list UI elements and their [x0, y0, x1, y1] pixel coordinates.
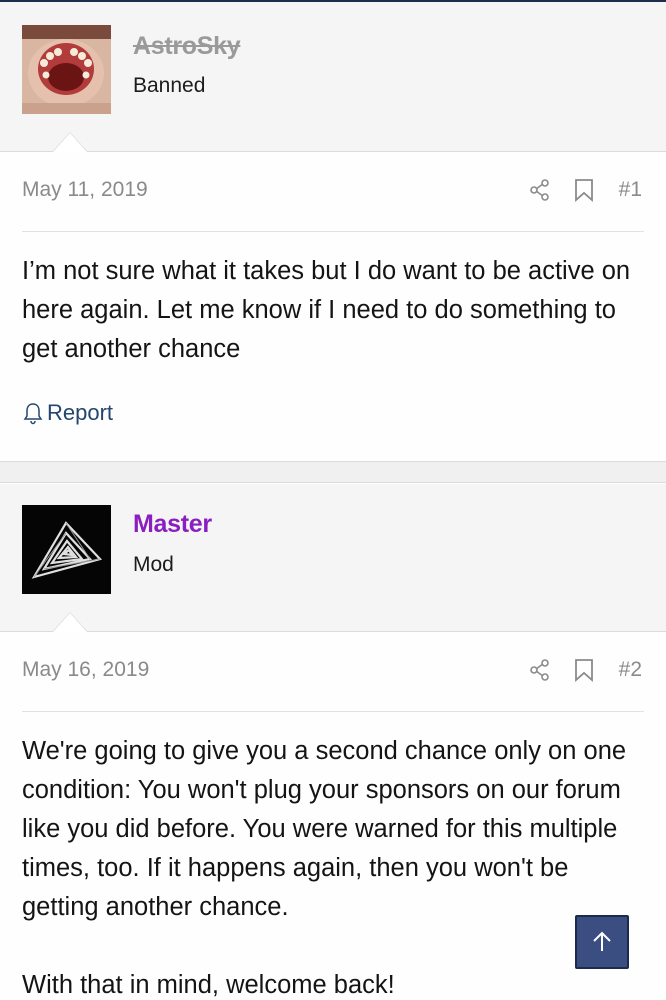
post-body: We're going to give you a second chance …	[22, 732, 644, 1000]
post-1-meta: May 11, 2019 #1	[22, 152, 644, 232]
username-mod[interactable]: Master	[133, 510, 212, 539]
user-avatar[interactable]	[22, 25, 111, 114]
post-date[interactable]: May 11, 2019	[22, 178, 148, 202]
user-title: Banned	[133, 74, 206, 97]
report-link[interactable]: Report	[22, 400, 113, 426]
post-1-user-block: AstroSky Banned	[0, 2, 666, 152]
bookmark-icon[interactable]	[574, 658, 594, 682]
post-paragraph: I’m not sure what it takes but I do want…	[22, 257, 631, 363]
post-paragraph: We're going to give you a second chance …	[22, 737, 627, 921]
bookmark-icon[interactable]	[574, 178, 594, 202]
post-paragraph: With that in mind, welcome back!	[22, 971, 395, 999]
share-icon[interactable]	[528, 178, 552, 202]
post-body: I’m not sure what it takes but I do want…	[22, 252, 644, 369]
post-divider	[0, 461, 666, 483]
arrow-up-icon	[593, 931, 611, 951]
username-banned[interactable]: AstroSky	[133, 32, 241, 61]
scroll-to-top-button[interactable]	[575, 915, 629, 969]
post-number[interactable]: #1	[619, 178, 642, 202]
user-title: Mod	[133, 553, 174, 576]
post-date[interactable]: May 16, 2019	[22, 658, 149, 682]
bell-icon	[23, 403, 43, 425]
share-icon[interactable]	[528, 658, 552, 682]
post-number[interactable]: #2	[619, 658, 642, 682]
user-avatar[interactable]	[22, 505, 111, 594]
post-2-meta: May 16, 2019 #2	[22, 632, 644, 712]
post-2-user-block: Master Mod	[0, 484, 666, 632]
report-label: Report	[47, 400, 114, 425]
callout-arrow	[52, 132, 88, 152]
callout-arrow	[52, 612, 88, 632]
